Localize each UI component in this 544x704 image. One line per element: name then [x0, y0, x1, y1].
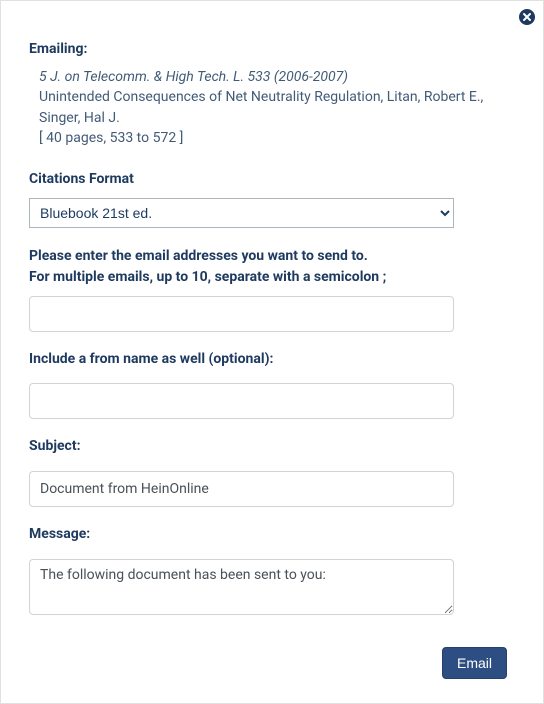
subject-section: Subject:: [29, 437, 515, 507]
button-row: Email: [29, 647, 515, 679]
subject-input[interactable]: [29, 471, 454, 507]
close-button[interactable]: [517, 7, 537, 27]
emailing-label: Emailing:: [29, 41, 515, 57]
document-title: Unintended Consequences of Net Neutralit…: [39, 87, 515, 128]
recipients-section: Please enter the email addresses you wan…: [29, 246, 515, 332]
emailing-section: Emailing: 5 J. on Telecomm. & High Tech.…: [29, 41, 515, 148]
message-section: Message:: [29, 525, 515, 619]
document-pages: [ 40 pages, 533 to 572 ]: [39, 128, 515, 148]
message-textarea[interactable]: [29, 559, 454, 615]
from-name-section: Include a from name as well (optional):: [29, 350, 515, 420]
document-info: 5 J. on Telecomm. & High Tech. L. 533 (2…: [29, 67, 515, 148]
document-citation: 5 J. on Telecomm. & High Tech. L. 533 (2…: [39, 67, 515, 87]
citations-format-select[interactable]: Bluebook 21st ed.: [29, 198, 454, 228]
email-button[interactable]: Email: [442, 647, 507, 679]
email-dialog: Emailing: 5 J. on Telecomm. & High Tech.…: [0, 0, 544, 704]
recipients-input[interactable]: [29, 296, 454, 332]
citations-format-label: Citations Format: [29, 170, 515, 190]
message-label: Message:: [29, 525, 515, 545]
recipients-label-line2: For multiple emails, up to 10, separate …: [29, 267, 515, 288]
subject-label: Subject:: [29, 437, 515, 457]
close-icon: [518, 8, 536, 26]
from-name-input[interactable]: [29, 383, 454, 419]
citations-format-section: Citations Format Bluebook 21st ed.: [29, 170, 515, 228]
recipients-label-line1: Please enter the email addresses you wan…: [29, 246, 515, 267]
from-name-label: Include a from name as well (optional):: [29, 350, 515, 370]
